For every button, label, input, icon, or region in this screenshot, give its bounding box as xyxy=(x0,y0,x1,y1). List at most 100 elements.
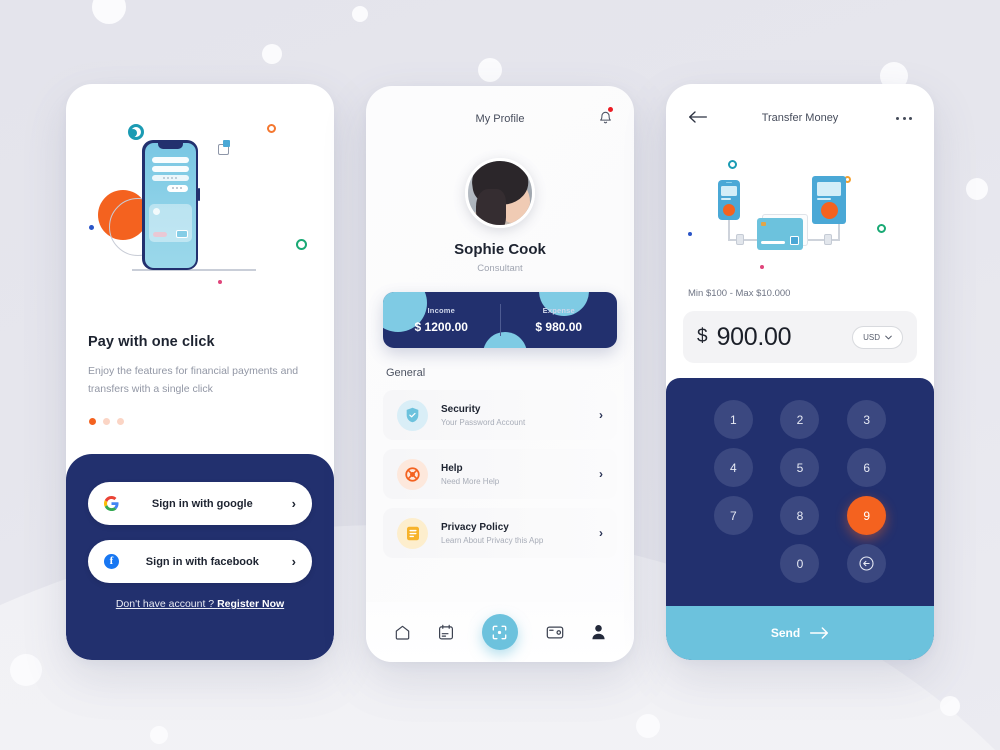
page-title: My Profile xyxy=(475,113,525,125)
chevron-right-icon: › xyxy=(599,467,603,481)
ring-icon xyxy=(728,160,737,169)
profile-header: My Profile xyxy=(366,86,634,152)
bg-circle xyxy=(150,726,168,744)
ring-dot-icon xyxy=(129,129,137,137)
page-title: Pay with one click xyxy=(88,334,215,350)
tab-calendar[interactable] xyxy=(438,624,454,641)
keypad-spacer xyxy=(714,544,753,583)
phone-frame xyxy=(142,140,200,270)
avatar-container xyxy=(366,158,634,228)
currency-symbol: $ xyxy=(697,326,708,347)
bottom-tab-bar xyxy=(366,602,634,662)
bg-circle xyxy=(966,178,988,200)
chevron-right-icon: › xyxy=(599,408,603,422)
sign-in-facebook-label: Sign in with facebook xyxy=(145,555,259,568)
register-link[interactable]: Don't have account ? Register Now xyxy=(88,598,312,610)
transfer-header: Transfer Money xyxy=(666,84,934,152)
section-title-general: General xyxy=(386,367,426,379)
avatar[interactable] xyxy=(465,158,535,228)
keypad-key-2[interactable]: 2 xyxy=(780,400,820,439)
keypad-key-label: 2 xyxy=(796,412,804,427)
onboarding-illustration xyxy=(66,84,334,334)
keypad-key-label: 9 xyxy=(863,508,870,523)
arrow-left-icon[interactable] xyxy=(688,110,708,127)
list-item-subtitle: Your Password Account xyxy=(441,417,526,427)
keypad-key-9[interactable]: 9 xyxy=(847,496,887,535)
onboarding-copy: Pay with one click Enjoy the features fo… xyxy=(66,334,334,399)
phone-small xyxy=(718,180,740,220)
dot-icon xyxy=(89,225,94,230)
more-horizontal-icon[interactable] xyxy=(896,116,912,120)
keypad-key-1[interactable]: 1 xyxy=(713,400,753,439)
keypad-key-7[interactable]: 7 xyxy=(713,496,753,535)
keypad-key-8[interactable]: 8 xyxy=(780,496,820,535)
keypad-key-label: 8 xyxy=(796,508,804,523)
dot-icon xyxy=(688,232,692,236)
backspace-icon xyxy=(859,556,874,571)
carousel-dot-1[interactable] xyxy=(89,417,96,425)
list-item-subtitle: Learn About Privacy this App xyxy=(441,535,544,545)
tab-card[interactable] xyxy=(546,625,564,640)
register-prefix: Don't have account ? xyxy=(115,598,218,610)
shield-icon xyxy=(397,399,428,431)
square-fill-icon xyxy=(223,140,230,147)
keypad-key-4[interactable]: 4 xyxy=(713,448,753,487)
balance-card: Income $ 1200.00 Expense $ 980.00 xyxy=(383,292,617,348)
tab-person[interactable] xyxy=(591,624,606,640)
chevron-down-icon xyxy=(885,335,892,339)
numeric-keypad: 1 2 3 4 5 6 7 8 9 0 Send xyxy=(666,378,934,660)
sign-in-google-button[interactable]: Sign in with google › xyxy=(88,482,312,525)
carousel-dot-2[interactable] xyxy=(103,417,110,425)
chevron-right-icon: › xyxy=(291,554,296,569)
phone-line xyxy=(151,165,189,172)
bell-icon[interactable] xyxy=(599,107,613,130)
list-item-text: Help Need More Help xyxy=(441,463,599,486)
lifebuoy-icon xyxy=(397,458,428,490)
decor-blob xyxy=(483,332,527,348)
keypad-grid: 1 2 3 4 5 6 7 8 9 0 xyxy=(700,400,900,583)
dot-icon xyxy=(760,265,764,269)
keypad-key-0[interactable]: 0 xyxy=(780,544,820,583)
currency-selector[interactable]: USD xyxy=(852,325,903,349)
expense-label: Expense xyxy=(542,306,575,315)
list-item-security[interactable]: Security Your Password Account › xyxy=(383,390,617,440)
expense-value: $ 980.00 xyxy=(535,320,583,334)
keypad-backspace[interactable] xyxy=(847,544,887,583)
list-item-text: Security Your Password Account xyxy=(441,404,599,427)
sign-in-facebook-button[interactable]: f Sign in with facebook › xyxy=(88,540,312,583)
notification-badge xyxy=(608,107,613,112)
amount-limits: Min $100 - Max $10.000 xyxy=(688,288,791,299)
bg-circle xyxy=(262,44,282,64)
keypad-key-label: 1 xyxy=(729,412,737,427)
tab-home[interactable] xyxy=(394,624,411,641)
google-icon xyxy=(104,496,119,511)
list-item-privacy-policy[interactable]: Privacy Policy Learn About Privacy this … xyxy=(383,508,617,558)
keypad-key-label: 7 xyxy=(729,508,737,523)
scan-icon[interactable] xyxy=(481,614,518,650)
list-item-help[interactable]: Help Need More Help › xyxy=(383,449,617,499)
income-label: Income xyxy=(427,306,455,315)
send-button[interactable]: Send xyxy=(666,606,934,660)
keypad-key-6[interactable]: 6 xyxy=(847,448,887,487)
chevron-right-icon: › xyxy=(599,526,603,540)
amount-input[interactable]: $ 900.00 USD xyxy=(683,311,917,363)
keypad-key-3[interactable]: 3 xyxy=(847,400,887,439)
list-item-title: Help xyxy=(441,462,463,474)
keypad-key-label: 4 xyxy=(729,460,737,475)
phone-dots-field xyxy=(151,174,189,181)
profile-name: Sophie Cook xyxy=(454,241,546,258)
ring-icon xyxy=(877,224,886,233)
carousel-dots[interactable] xyxy=(66,417,334,425)
ring-icon xyxy=(267,124,276,133)
profile-role: Consultant xyxy=(477,263,523,274)
tab-scan[interactable] xyxy=(481,614,518,650)
keypad-key-5[interactable]: 5 xyxy=(780,448,820,487)
phone-button xyxy=(166,184,188,192)
expense-column: Expense $ 980.00 xyxy=(501,306,618,334)
carousel-dot-3[interactable] xyxy=(117,417,124,425)
wire xyxy=(728,220,730,240)
income-column: Income $ 1200.00 xyxy=(383,306,500,334)
transfer-screen: Transfer Money Min $100 - Max $10.000 $ … xyxy=(666,84,934,660)
phone-notch xyxy=(157,142,183,149)
page-subtitle: Enjoy the features for financial payment… xyxy=(88,365,299,396)
